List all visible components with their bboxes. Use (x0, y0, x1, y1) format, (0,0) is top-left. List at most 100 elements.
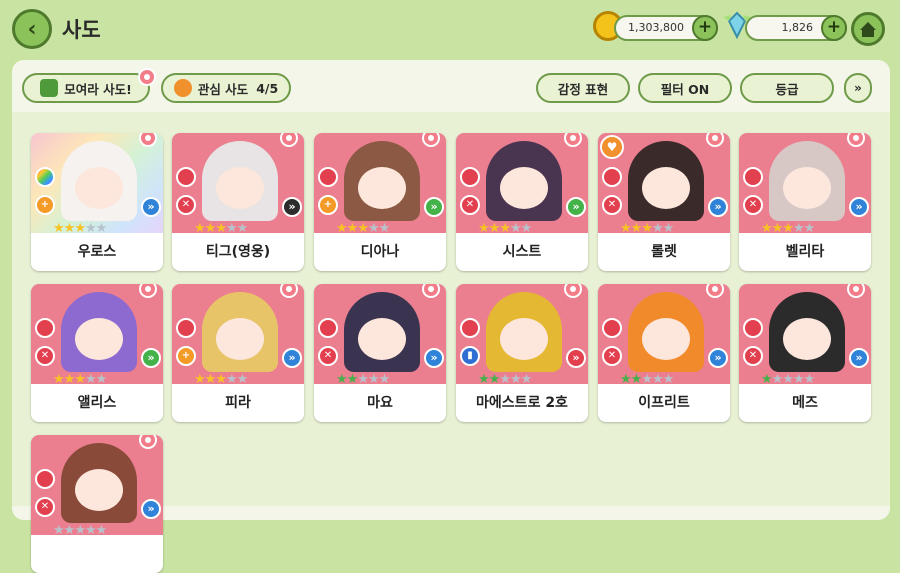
attacker-role-icon: ✕ (35, 346, 55, 366)
fire-element-icon (460, 318, 480, 338)
flower-icon (138, 68, 156, 86)
attacker-role-icon: ✕ (35, 497, 55, 517)
attacker-role-icon: ✕ (743, 195, 763, 215)
star-icon: ★ (84, 372, 97, 387)
favorite-heart-icon: ♥ (600, 135, 624, 159)
collect-characters-button[interactable]: 모여라 사도! (22, 73, 150, 103)
star-icon: ★ (194, 221, 206, 236)
character-card[interactable]: ✕» ★★★★★ 마요 (314, 284, 446, 422)
character-face (358, 318, 406, 360)
attacker-role-icon: ✕ (743, 346, 763, 366)
position-arrow-icon: » (282, 348, 302, 368)
back-arrow-icon: ‹ (27, 16, 37, 42)
star-icon: ★ (194, 372, 206, 387)
star-icon: ★ (63, 372, 76, 387)
back-button[interactable]: ‹ (12, 9, 52, 49)
add-coins-button[interactable]: + (692, 15, 718, 41)
star-icon: ★ (509, 221, 522, 236)
star-icon: ★ (346, 221, 359, 236)
star-icon: ★ (520, 221, 533, 236)
character-card[interactable]: ✕» ★★★★★ 앨리스 (31, 284, 163, 422)
top-bar: ‹ 사도 1,303,800 + 1,826 + (0, 0, 900, 62)
expand-button[interactable]: » (844, 73, 872, 103)
add-gems-button[interactable]: + (821, 15, 847, 41)
star-icon: ★ (509, 372, 522, 387)
home-button[interactable] (851, 12, 885, 46)
character-name: 앨리스 (77, 395, 117, 411)
emotion-label: 감정 표현 (557, 81, 609, 97)
star-icon: ★ (651, 221, 664, 236)
star-rating: ★★★★★ (336, 221, 446, 236)
star-icon: ★ (367, 372, 380, 387)
star-rating: ★★★★★ (761, 372, 871, 387)
character-card[interactable]: ▮» ★★★★★ 마에스트로 2호 (456, 284, 588, 422)
position-arrow-icon: » (708, 197, 728, 217)
character-card[interactable]: ✕» ★★★★★ 메즈 (739, 284, 871, 422)
star-icon: ★ (225, 372, 238, 387)
character-name: 롤렛 (651, 244, 677, 260)
character-face (75, 318, 123, 360)
attacker-role-icon: ✕ (602, 195, 622, 215)
star-icon: ★ (771, 221, 784, 236)
chevron-double-down-icon: » (854, 81, 862, 95)
character-name: 피라 (225, 395, 251, 411)
character-portrait: ✕» (31, 435, 163, 535)
fire-element-icon (35, 469, 55, 489)
star-rating: ★★★★★ (761, 221, 871, 236)
healer-role-icon: + (176, 346, 196, 366)
star-icon: ★ (204, 221, 217, 236)
star-icon: ★ (792, 372, 805, 387)
character-portrait: ♥ ✕ » (598, 133, 730, 233)
coin-amount: 1,303,800 (628, 21, 684, 34)
character-card[interactable]: ✕» ★★★★★ 티그(영웅) (172, 133, 304, 271)
character-card[interactable]: ✕» ★★★★★ 시스트 (456, 133, 588, 271)
character-name: 디아나 (360, 244, 400, 260)
grade-label: 등급 (775, 81, 799, 97)
star-icon: ★ (641, 372, 653, 387)
favorites-button[interactable]: 관심 사도 4/5 (161, 73, 291, 103)
favorites-label: 관심 사도 (197, 81, 249, 97)
star-rating: ★★★★★ (53, 221, 163, 236)
star-icon: ★ (95, 372, 108, 387)
character-portrait: ▮» (456, 284, 588, 384)
character-card[interactable]: +» ★★★★★ 디아나 (314, 133, 446, 271)
star-icon: ★ (782, 372, 794, 387)
flag-icon (40, 79, 59, 97)
character-portrait: ✕» (739, 133, 871, 233)
star-rating: ★★★★★ (336, 372, 446, 387)
star-icon: ★ (346, 372, 359, 387)
star-icon: ★ (792, 221, 805, 236)
character-face (642, 167, 690, 209)
star-rating: ★★★★★ (620, 221, 730, 236)
star-icon: ★ (215, 221, 227, 236)
character-card[interactable]: +» ★★★★★ 우로스 (31, 133, 163, 271)
healer-role-icon: + (318, 195, 338, 215)
position-arrow-icon: » (849, 197, 869, 217)
character-card[interactable]: ✕» ★★★★★ (31, 435, 163, 573)
healer-role-icon: + (35, 195, 55, 215)
star-icon: ★ (620, 221, 632, 236)
position-arrow-icon: » (141, 197, 161, 217)
filter-button[interactable]: 필터 ON (638, 73, 732, 103)
character-card[interactable]: ✕» ★★★★★ 이프리트 (598, 284, 730, 422)
page-title: 사도 (62, 18, 101, 42)
star-icon: ★ (803, 372, 816, 387)
character-card[interactable]: ♥ ✕ » ★★★★★ 롤렛 (598, 133, 730, 271)
emotion-button[interactable]: 감정 표현 (536, 73, 630, 103)
home-icon (860, 22, 876, 37)
star-icon: ★ (771, 372, 784, 387)
star-icon: ★ (63, 523, 76, 538)
character-name: 시스트 (502, 244, 542, 260)
star-rating: ★★★★★ (194, 372, 304, 387)
star-icon: ★ (95, 523, 108, 538)
character-card[interactable]: ✕» ★★★★★ 벨리타 (739, 133, 871, 271)
fire-element-icon (176, 318, 196, 338)
fire-element-icon (35, 167, 55, 187)
heart-icon (173, 79, 192, 97)
grade-sort-button[interactable]: 등급 (740, 73, 834, 103)
star-icon: ★ (662, 221, 675, 236)
star-rating: ★★★★★ (53, 523, 163, 538)
character-portrait: +» (314, 133, 446, 233)
character-portrait: +» (172, 284, 304, 384)
character-card[interactable]: +» ★★★★★ 피라 (172, 284, 304, 422)
